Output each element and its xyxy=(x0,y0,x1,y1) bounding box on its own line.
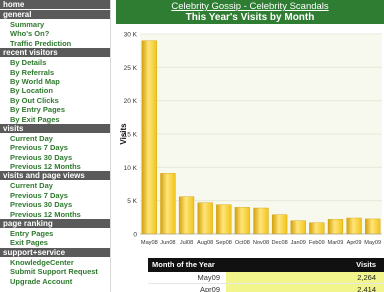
table-row: May09 2,264 xyxy=(148,272,384,284)
sidebar-item-knowledgecenter[interactable]: KnowledgeCenter xyxy=(0,258,110,267)
x-tick-label: Feb09 xyxy=(309,240,325,246)
visits-cell: 2,414 xyxy=(226,284,384,292)
visits-table: Month of the Year Visits May09 2,264 Apr… xyxy=(148,258,384,292)
month-cell: Apr09 xyxy=(199,285,220,292)
x-tick-label: Jun08 xyxy=(160,240,175,246)
report-title: This Year's Visits by Month xyxy=(185,12,315,23)
bar-nov08 xyxy=(253,207,269,235)
bar-apr09 xyxy=(346,217,362,235)
section-header-page-ranking: page ranking xyxy=(0,219,110,230)
sidebar-item-by-details[interactable]: By Details xyxy=(0,58,110,67)
section-header-support-service: support+service xyxy=(0,247,110,258)
bar-may09 xyxy=(365,218,381,235)
bar-may08 xyxy=(141,40,157,235)
y-tick-label: 25 K xyxy=(124,65,138,72)
x-tick-label: Sep08 xyxy=(216,240,232,246)
bar-oct08 xyxy=(234,207,251,235)
section-header-recent-visitors: recent visitors xyxy=(0,48,110,59)
sidebar-item-by-world-map[interactable]: By World Map xyxy=(0,77,110,86)
x-tick-label: Mar09 xyxy=(328,240,344,246)
bar-jul08 xyxy=(178,196,195,235)
sidebar-item-previous-12-months[interactable]: Previous 12 Months xyxy=(0,162,110,171)
x-tick-label: Oct08 xyxy=(235,240,250,246)
section-header-visits: visits xyxy=(0,123,110,134)
x-tick-label: May08 xyxy=(141,240,158,246)
y-tick-label: 20 K xyxy=(124,98,138,105)
visits-column-header[interactable]: Visits xyxy=(226,258,384,272)
sidebar-item-previous-30-days[interactable]: Previous 30 Days xyxy=(0,153,110,162)
x-tick-label: Jan09 xyxy=(291,240,306,246)
section-header-general: general xyxy=(0,10,110,20)
x-tick-label: Apr09 xyxy=(347,240,362,246)
site-link[interactable]: Celebrity Gossip - Celebrity Scandals xyxy=(116,0,384,12)
sidebar-item-by-location[interactable]: By Location xyxy=(0,86,110,95)
sidebar-item-current-day[interactable]: Current Day xyxy=(0,181,110,190)
sidebar-item-entry-pages[interactable]: Entry Pages xyxy=(0,229,110,238)
x-tick-label: Jul08 xyxy=(180,240,193,246)
report-header: Celebrity Gossip - Celebrity Scandals Th… xyxy=(116,0,384,24)
sidebar-item-upgrade-account[interactable]: Upgrade Account xyxy=(0,277,110,286)
bar-sep08 xyxy=(216,204,232,235)
y-axis-label: Visits xyxy=(119,123,128,145)
y-tick-label: 0 xyxy=(133,232,137,239)
sidebar-item-current-day[interactable]: Current Day xyxy=(0,134,110,143)
month-column-header[interactable]: Month of the Year xyxy=(148,258,226,272)
sidebar-item-by-referrals[interactable]: By Referrals xyxy=(0,68,110,77)
sidebar-item-exit-pages[interactable]: Exit Pages xyxy=(0,238,110,247)
bar-feb09 xyxy=(309,222,325,235)
y-tick-label: 10 K xyxy=(124,165,138,172)
x-tick-label: May09 xyxy=(364,240,381,246)
sidebar-nav: home general Summary Who's On? Traffic Predi… xyxy=(0,0,110,292)
bar-jun08 xyxy=(160,173,176,235)
x-tick-label: Dec08 xyxy=(272,240,288,246)
bar-jan09 xyxy=(290,220,306,235)
bar-dec08 xyxy=(271,214,288,235)
table-row: Apr09 2,414 xyxy=(148,284,384,292)
x-tick-label: Nov08 xyxy=(253,240,269,246)
visits-chart: 05 K 10 K 15 K 20 K 25 K 30 K Visits May08 Jun08… xyxy=(116,26,384,256)
section-header-home[interactable]: home xyxy=(0,0,110,10)
sidebar-item-previous-7-days[interactable]: Previous 7 Days xyxy=(0,191,110,200)
sidebar-item-submit-support-request[interactable]: Submit Support Request xyxy=(0,267,110,276)
month-cell: May09 xyxy=(197,273,220,282)
sidebar-item-who-s-on[interactable]: Who's On? xyxy=(0,29,110,38)
bar-aug08 xyxy=(197,202,213,235)
section-header-visits-and-page-views: visits and page views xyxy=(0,171,110,182)
bar-mar09 xyxy=(327,219,344,235)
sidebar-item-traffic-prediction[interactable]: Traffic Prediction xyxy=(0,39,110,48)
sidebar-item-previous-30-days[interactable]: Previous 30 Days xyxy=(0,200,110,209)
visits-bar-chart: 05 K10 K15 K20 K25 K30 KVisitsMay08 Jun08… xyxy=(119,32,382,246)
sidebar-item-by-out-clicks[interactable]: By Out Clicks xyxy=(0,96,110,105)
sidebar-item-by-entry-pages[interactable]: By Entry Pages xyxy=(0,105,110,114)
y-tick-label: 30 K xyxy=(124,32,138,39)
sidebar-item-summary[interactable]: Summary xyxy=(0,20,110,29)
visits-cell: 2,264 xyxy=(226,272,384,283)
x-tick-label: Aug08 xyxy=(197,240,213,246)
sidebar-divider xyxy=(110,0,111,292)
sidebar-item-previous-12-months[interactable]: Previous 12 Months xyxy=(0,210,110,219)
sidebar-item-by-exit-pages[interactable]: By Exit Pages xyxy=(0,115,110,124)
sidebar-item-previous-7-days[interactable]: Previous 7 Days xyxy=(0,143,110,152)
table-header-row: Month of the Year Visits xyxy=(148,258,384,272)
y-tick-label: 5 K xyxy=(127,198,137,205)
